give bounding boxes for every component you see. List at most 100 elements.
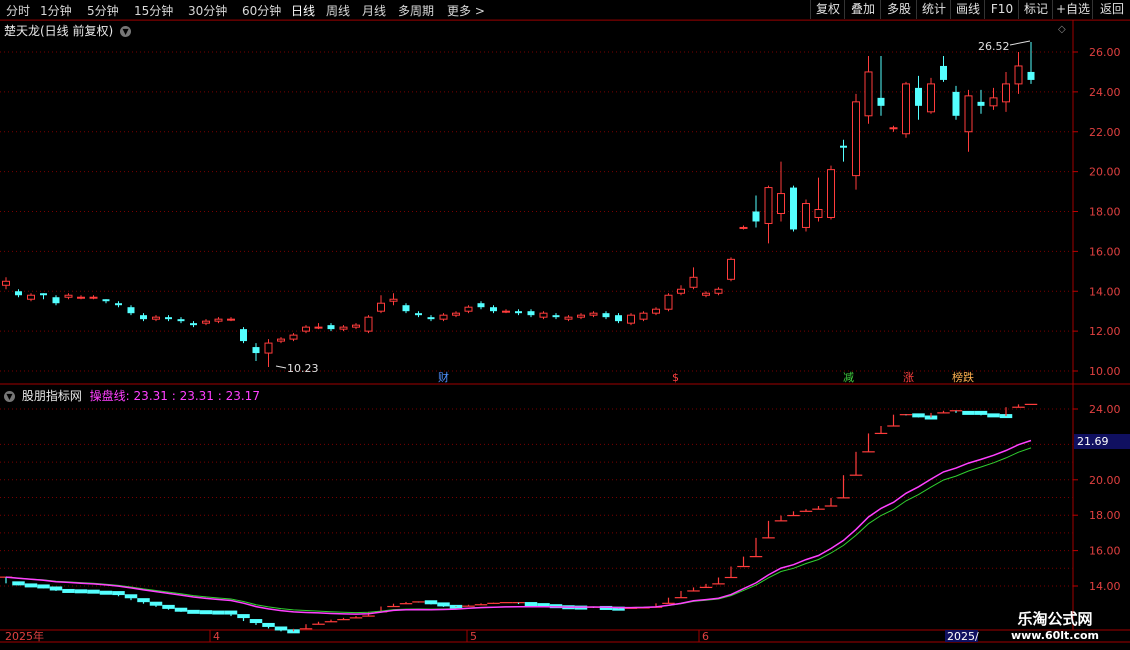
candle-body [664, 294, 673, 310]
candle[interactable] [240, 327, 247, 344]
candle[interactable] [277, 337, 285, 344]
candle[interactable] [252, 343, 260, 362]
candle[interactable] [102, 299, 110, 304]
candle[interactable] [415, 311, 422, 318]
candle-body [264, 342, 273, 354]
candle[interactable] [127, 305, 135, 316]
candle[interactable] [402, 303, 410, 314]
candle[interactable] [515, 309, 522, 316]
candle[interactable] [289, 333, 298, 342]
candle[interactable] [727, 257, 735, 282]
candle[interactable] [439, 313, 448, 322]
candle[interactable] [790, 185, 797, 232]
candle[interactable] [702, 291, 710, 298]
candle[interactable] [539, 311, 548, 320]
candle[interactable] [352, 323, 360, 330]
candle[interactable] [389, 293, 398, 306]
candle[interactable] [814, 177, 823, 222]
candle[interactable] [852, 93, 860, 190]
candle[interactable] [77, 295, 85, 300]
candle[interactable] [165, 315, 172, 322]
candle[interactable] [577, 313, 585, 320]
candle[interactable] [564, 315, 573, 322]
candle[interactable] [677, 285, 685, 296]
candle[interactable] [227, 317, 235, 322]
candle[interactable] [1027, 42, 1035, 84]
candle[interactable] [964, 89, 973, 152]
candle[interactable] [427, 315, 435, 322]
candle[interactable] [527, 309, 535, 318]
candle[interactable] [377, 295, 385, 314]
candle[interactable] [602, 311, 610, 320]
candle[interactable] [952, 85, 960, 120]
candle[interactable] [502, 309, 510, 314]
candle[interactable] [664, 293, 673, 312]
event-marker-ranking-fall[interactable]: 榜跌 [952, 370, 974, 384]
candle[interactable] [314, 323, 323, 330]
candle[interactable] [452, 311, 460, 318]
candle[interactable] [214, 317, 223, 324]
diamond-icon[interactable]: ◇ [1058, 24, 1066, 35]
candle[interactable] [627, 313, 635, 326]
candle[interactable] [915, 75, 922, 120]
candle[interactable] [977, 89, 985, 114]
candle[interactable] [264, 339, 273, 368]
candle[interactable] [639, 311, 648, 322]
candle[interactable] [589, 311, 598, 318]
candle[interactable] [752, 195, 760, 228]
candle[interactable] [115, 301, 122, 308]
candle-body [240, 329, 247, 342]
candle[interactable] [652, 307, 660, 316]
event-marker-finance[interactable]: 财 [438, 370, 449, 384]
candle[interactable] [1014, 52, 1023, 94]
candle-body [777, 193, 785, 214]
candle[interactable] [89, 295, 98, 300]
candle[interactable] [927, 77, 935, 114]
candle[interactable] [40, 293, 47, 300]
candle-body [915, 87, 922, 106]
candle[interactable] [802, 199, 810, 232]
indicator-axis-label: 14.00 [1089, 580, 1121, 593]
candle[interactable] [777, 161, 785, 222]
candle[interactable] [840, 139, 847, 162]
candle[interactable] [615, 313, 622, 324]
candle[interactable] [940, 55, 947, 82]
candle[interactable] [714, 287, 723, 296]
candle-body [327, 325, 335, 330]
candle[interactable] [989, 87, 998, 110]
candle[interactable] [902, 81, 910, 138]
candle[interactable] [739, 225, 748, 230]
candle[interactable] [27, 293, 35, 302]
event-marker-reduce[interactable]: 减 [843, 371, 854, 384]
candle[interactable] [864, 55, 873, 124]
candle[interactable] [140, 313, 147, 322]
candle[interactable] [2, 277, 10, 290]
kline-chart[interactable]: 26.00 24.00 22.00 20.00 18.00 16.00 14.00 12.00… [0, 0, 1130, 650]
candle[interactable] [827, 165, 835, 220]
event-marker-rise[interactable]: 涨 [903, 371, 914, 384]
candle[interactable] [1002, 71, 1010, 112]
candle[interactable] [327, 323, 335, 332]
candle[interactable] [764, 185, 773, 244]
candle[interactable] [877, 55, 885, 116]
event-marker-dollar[interactable]: $ [672, 371, 679, 384]
candle[interactable] [552, 313, 560, 320]
candle[interactable] [464, 305, 473, 314]
candle[interactable] [177, 317, 185, 324]
candle[interactable] [490, 305, 497, 314]
candle[interactable] [64, 293, 73, 300]
candle[interactable] [364, 315, 373, 334]
candle[interactable] [190, 321, 197, 328]
candle[interactable] [889, 125, 898, 132]
candle[interactable] [689, 267, 698, 290]
low-price-label: 10.23 [287, 362, 319, 375]
candle-body [689, 276, 698, 288]
candle[interactable] [52, 295, 60, 306]
candle[interactable] [339, 325, 348, 332]
candle[interactable] [152, 315, 160, 322]
candle[interactable] [302, 325, 310, 334]
candle[interactable] [202, 319, 210, 326]
candle[interactable] [15, 289, 22, 298]
price-axis-label: 14.00 [1089, 285, 1121, 298]
candle[interactable] [477, 301, 485, 310]
